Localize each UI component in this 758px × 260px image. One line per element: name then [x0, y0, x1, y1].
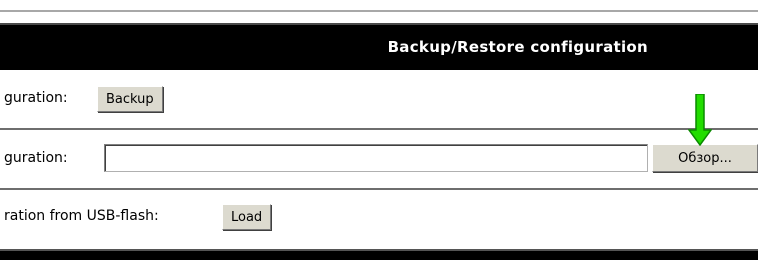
down-arrow-icon	[688, 94, 712, 146]
backup-row: guration: Backup	[0, 70, 758, 128]
usb-load-row: ration from USB-flash: Load	[0, 190, 758, 248]
restore-file-row: guration: Обзор...	[0, 130, 758, 188]
usb-load-label: ration from USB-flash:	[4, 208, 159, 224]
bottom-divider	[0, 249, 758, 260]
restore-file-label: guration:	[4, 150, 68, 166]
section-title: Backup/Restore configuration	[387, 38, 648, 56]
load-button[interactable]: Load	[222, 204, 272, 230]
section-header: Backup/Restore configuration	[0, 23, 758, 70]
file-path-input[interactable]	[104, 144, 648, 172]
browse-button[interactable]: Обзор...	[652, 144, 758, 172]
top-divider-highlight	[0, 12, 758, 13]
backup-button[interactable]: Backup	[97, 86, 163, 112]
backup-label: guration:	[4, 90, 68, 106]
